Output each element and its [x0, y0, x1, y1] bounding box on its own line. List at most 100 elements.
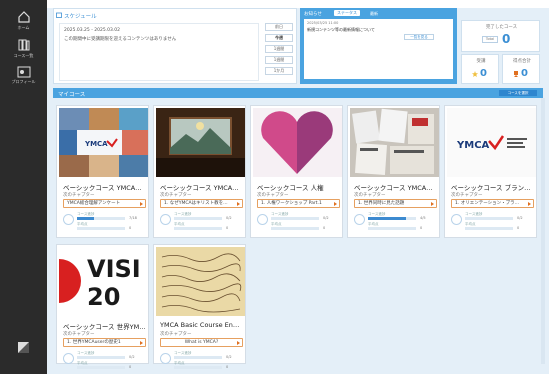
score-bar: [465, 227, 513, 230]
news-tab-latest[interactable]: 最新: [370, 11, 378, 17]
completed-courses-label: 完了したコース: [485, 25, 518, 30]
progress-value: 0/2: [226, 216, 232, 220]
sidebar-item-label: ホーム: [17, 25, 30, 30]
progress-value: 0/2: [129, 355, 135, 359]
next-chapter-button[interactable]: 1. 世界YMCAuserの歴史1: [63, 338, 146, 347]
next-chapter-text: 1. 人権ワークショップ Part.1: [261, 201, 322, 206]
books-icon: [18, 39, 29, 51]
next-chapter-text: What is YMCA?: [184, 340, 219, 345]
svg-text:YMCA: YMCA: [456, 140, 490, 151]
next-chapter-label: 次のチャプター: [257, 193, 289, 198]
schedule-range-button[interactable]: 1週間: [265, 45, 293, 53]
course-card[interactable]: ベーシックコース YMCA… 次のチャプター 1. 世界同時に見た話題 コース進…: [347, 105, 440, 238]
my-courses-header: マイコース コースを選択: [53, 88, 543, 98]
course-card[interactable]: YMCA Basic Course En… 次のチャプター What is YM…: [153, 244, 246, 369]
score-value: 0: [226, 226, 229, 230]
course-progress: コース進捗 0/2 平均点 0: [257, 212, 340, 236]
progress-value: 4/5: [420, 216, 426, 220]
next-chapter-button[interactable]: 1. 人権ワークショップ Part.1: [257, 199, 340, 208]
play-arrow-icon: [334, 202, 337, 206]
my-courses-title: マイコース: [58, 92, 86, 98]
points-card: 得点合計 0: [502, 54, 540, 84]
schedule-panel: スケジュール 2025.03.25 - 2025.03.02 この期間中に受講期…: [53, 8, 297, 84]
schedule-range-button[interactable]: 今週: [265, 34, 293, 42]
schedule-list: 2025.03.25 - 2025.03.02 この期間中に受講期限を迎えるコン…: [59, 23, 259, 81]
progress-bar-fill: [368, 217, 407, 220]
svg-text:20: 20: [87, 283, 120, 311]
completed-total-badge: Total: [482, 36, 498, 43]
star-icon: [472, 71, 478, 77]
course-card[interactable]: YMCA ベーシックコース YMCA… 次のチャプター YMCA総合理解アンケー…: [56, 105, 149, 238]
in-progress-label: 受講: [476, 59, 486, 64]
play-arrow-icon: [237, 202, 240, 206]
course-select-button[interactable]: コースを選択: [499, 90, 537, 96]
content-scrollbar[interactable]: [541, 98, 545, 364]
schedule-date-range: 2025.03.25 - 2025.03.02: [64, 28, 121, 33]
play-arrow-icon: [431, 202, 434, 206]
schedule-range-button[interactable]: 前日: [265, 23, 293, 31]
course-card[interactable]: YMCA ベーシックコース ブラン… 次のチャプター 1. オリエンテーション・…: [444, 105, 537, 238]
progress-ring: [354, 214, 365, 225]
progress-ring: [160, 353, 171, 364]
completed-courses-value: 0: [502, 32, 511, 46]
theme-toggle-icon: [18, 342, 29, 353]
profile-icon: [17, 66, 30, 78]
next-chapter-button[interactable]: 1. なぜYMCAはキリスト教を…: [160, 199, 243, 208]
progress-ring: [63, 353, 74, 364]
svg-text:YMCA: YMCA: [84, 140, 108, 148]
progress-value: 7/18: [129, 216, 137, 220]
sidebar-item-courses[interactable]: コース一覧: [0, 38, 47, 59]
points-value: 0: [521, 68, 528, 79]
score-value: 0: [517, 226, 520, 230]
course-title: ベーシックコース 世界YM…: [63, 323, 146, 331]
schedule-range-button[interactable]: 1か月: [265, 67, 293, 75]
news-list: 2025/03/25 11:00 新規コンテンツ等の最新情報について 一覧を見る: [304, 19, 453, 79]
news-item-link[interactable]: 新規コンテンツ等の最新情報について: [307, 27, 375, 33]
progress-value: 0/2: [226, 355, 232, 359]
course-progress: コース進捗 0/2 平均点 0: [63, 351, 146, 374]
home-icon: [17, 11, 30, 23]
sidebar-item-profile[interactable]: プロフィール: [0, 66, 47, 85]
next-chapter-label: 次のチャプター: [160, 332, 192, 337]
news-list-button[interactable]: 一覧を見る: [404, 34, 434, 40]
svg-text:VISI: VISI: [87, 255, 141, 283]
theme-toggle-button[interactable]: [0, 342, 47, 353]
course-card[interactable]: VISI 20 ベーシックコース 世界YM… 次のチャプター 1. 世界YMCA…: [56, 244, 149, 369]
score-value: 0: [129, 226, 132, 230]
schedule-range-button[interactable]: 1週間: [265, 56, 293, 64]
news-tab-status[interactable]: ステータス: [334, 10, 360, 16]
points-label: 得点合計: [513, 59, 531, 64]
score-value: 0: [420, 226, 423, 230]
schedule-empty-message: この期間中に受講期限を迎えるコンテンツはありません: [64, 37, 177, 42]
next-chapter-label: 次のチャプター: [451, 193, 483, 198]
in-progress-card: 受講 0: [461, 54, 499, 84]
course-title: ベーシックコース YMCA…: [160, 184, 239, 192]
progress-bar: [77, 356, 125, 359]
next-chapter-button[interactable]: 1. オリエンテーション・ブラ…: [451, 199, 534, 208]
next-chapter-button[interactable]: 1. 世界同時に見た話題: [354, 199, 437, 208]
course-card[interactable]: ベーシックコース YMCA… 次のチャプター 1. なぜYMCAはキリスト教を……: [153, 105, 246, 238]
completed-courses-card: 完了したコース Total 0: [461, 20, 540, 52]
sidebar: ホーム コース一覧 プロフィール: [0, 0, 47, 374]
score-bar: [368, 227, 416, 230]
course-progress: コース進捗 0/2 平均点 0: [451, 212, 534, 236]
progress-ring: [63, 214, 74, 225]
play-arrow-icon: [140, 202, 143, 206]
next-chapter-button[interactable]: YMCA総合理解アンケート: [63, 199, 146, 208]
score-bar: [77, 366, 125, 369]
progress-value: 0/2: [323, 216, 329, 220]
course-progress: コース進捗 4/5 平均点 0: [354, 212, 437, 236]
next-chapter-text: 1. 世界YMCAuserの歴史1: [67, 340, 121, 345]
progress-value: 0/2: [517, 216, 523, 220]
progress-ring: [160, 214, 171, 225]
next-chapter-label: 次のチャプター: [63, 332, 95, 337]
course-card[interactable]: ベーシックコース 人権 次のチャプター 1. 人権ワークショップ Part.1 …: [250, 105, 343, 238]
top-strip: [47, 0, 549, 8]
next-chapter-button[interactable]: What is YMCA?: [160, 338, 243, 347]
sidebar-item-home[interactable]: ホーム: [0, 10, 47, 31]
course-title: YMCA Basic Course En…: [160, 321, 240, 329]
progress-bar: [465, 217, 513, 220]
sidebar-item-label: コース一覧: [13, 53, 34, 58]
course-title: ベーシックコース YMCA…: [354, 184, 433, 192]
play-arrow-icon: [140, 341, 143, 345]
